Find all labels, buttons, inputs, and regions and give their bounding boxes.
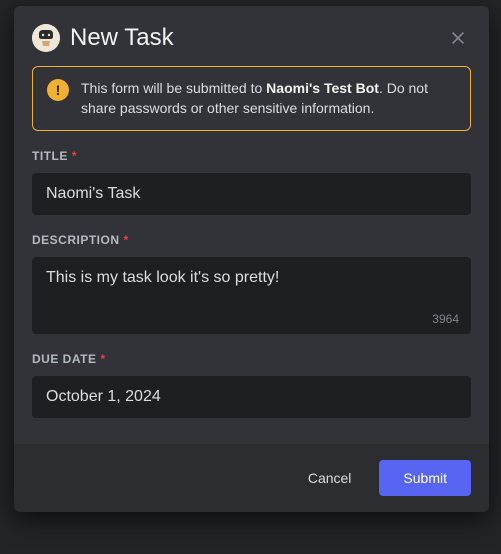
close-button[interactable]: [445, 25, 471, 51]
modal-title: New Task: [70, 24, 435, 52]
description-input[interactable]: [32, 257, 471, 329]
due-date-label-text: DUE DATE: [32, 352, 96, 366]
description-label: DESCRIPTION *: [32, 233, 471, 247]
modal-body: ! This form will be submitted to Naomi's…: [14, 66, 489, 444]
title-label-text: TITLE: [32, 149, 68, 163]
warning-icon: !: [47, 79, 69, 101]
required-indicator: *: [100, 352, 105, 366]
title-input[interactable]: [32, 173, 471, 215]
title-label: TITLE *: [32, 149, 471, 163]
close-icon: [449, 29, 467, 47]
due-date-label: DUE DATE *: [32, 352, 471, 366]
description-label-text: DESCRIPTION: [32, 233, 120, 247]
due-date-input[interactable]: [32, 376, 471, 418]
warning-prefix: This form will be submitted to: [81, 80, 266, 96]
warning-bot-name: Naomi's Test Bot: [266, 80, 379, 96]
title-field: TITLE *: [32, 149, 471, 215]
description-field: DESCRIPTION * 3964: [32, 233, 471, 334]
required-indicator: *: [72, 149, 77, 163]
warning-text: This form will be submitted to Naomi's T…: [81, 79, 456, 118]
warning-banner: ! This form will be submitted to Naomi's…: [32, 66, 471, 131]
char-count: 3964: [432, 312, 459, 326]
new-task-modal: New Task ! This form will be submitted t…: [14, 6, 489, 512]
required-indicator: *: [124, 233, 129, 247]
bot-avatar: [32, 24, 60, 52]
submit-button[interactable]: Submit: [379, 460, 471, 496]
due-date-field: DUE DATE *: [32, 352, 471, 418]
description-wrap: 3964: [32, 257, 471, 334]
cancel-button[interactable]: Cancel: [288, 460, 372, 496]
modal-header: New Task: [14, 6, 489, 66]
modal-footer: Cancel Submit: [14, 444, 489, 512]
